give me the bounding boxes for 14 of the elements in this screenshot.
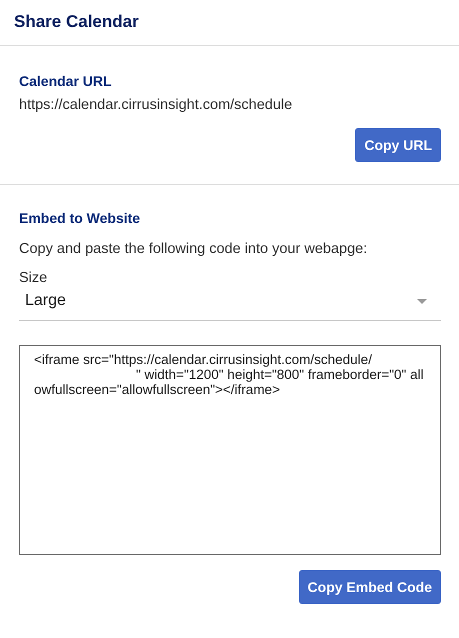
section-heading: Embed to Website <box>19 210 142 226</box>
calendar-url: https://calendar.cirrusinsight.com/schedule <box>19 97 294 113</box>
caret-icon <box>417 298 427 304</box>
size-value: Large <box>25 292 66 310</box>
size-label: Size <box>19 270 48 286</box>
dialog-title: Share Calendar <box>14 12 140 32</box>
copy-embed-code-button[interactable]: Copy Embed Code <box>298 570 441 604</box>
section-heading: Calendar URL <box>19 73 113 89</box>
size-dropdown[interactable]: Large <box>19 286 441 321</box>
embed-code-field[interactable]: <iframe src="https://calendar.cirrusinsight.com/schedule/ " width="1200" height="800" frameborder="0" allowfullscreen="allowfullscreen"></iframe> <box>19 345 441 555</box>
code-line: <iframe src="https://calendar.cirrusinsight.com/schedule/ <box>34 352 373 367</box>
copy-url-button[interactable]: Copy URL <box>355 128 441 162</box>
code-line: " width="1200" height="800" frameborder="0" allowfullscreen="allowfullscreen"></iframe> <box>34 367 425 397</box>
instructions-text: Copy and paste the following code into your webapge: <box>19 241 368 257</box>
